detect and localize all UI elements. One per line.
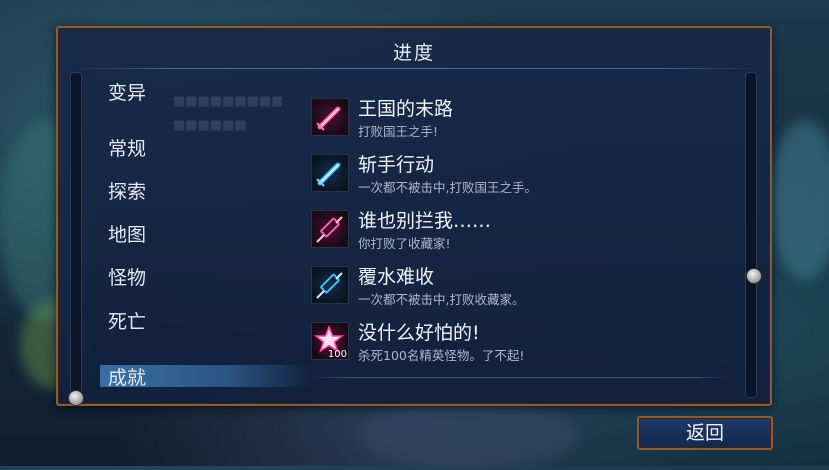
achievement-title: 覆水难收 <box>358 266 435 288</box>
achievement-description: 打败国王之手! <box>358 124 439 139</box>
category-monster[interactable]: 怪物 <box>108 263 146 290</box>
pink-sword-icon <box>311 98 349 136</box>
category-scroll-knob[interactable] <box>68 390 84 406</box>
pink-syringe-icon <box>311 210 349 248</box>
category-general[interactable]: 常规 <box>108 134 146 161</box>
achievement-scrollbar[interactable] <box>745 72 757 398</box>
background-text: ■■■■■■■■■ <box>173 94 284 109</box>
achievement-title: 没什么好怕的! <box>358 322 480 344</box>
achievement-item[interactable]: 谁也别拦我…… 你打败了收藏家! <box>311 206 731 254</box>
category-map[interactable]: 地图 <box>108 220 146 247</box>
achievement-item[interactable]: 覆水难收 一次都不被击中,打败收藏家。 <box>311 262 731 310</box>
list-divider <box>311 377 731 378</box>
progress-panel: 进度 ■■■■■■■■■ ■■■■■■ 变异 常规 探索 地图 怪物 死亡 成就… <box>56 26 772 406</box>
category-achievement[interactable]: 成就 <box>108 363 146 390</box>
achievement-scroll-knob[interactable] <box>746 268 762 284</box>
achievement-title: 谁也别拦我…… <box>358 210 492 232</box>
blue-syringe-icon <box>311 266 349 304</box>
category-explore[interactable]: 探索 <box>108 177 146 204</box>
achievement-item[interactable]: 100 没什么好怕的! 杀死100名精英怪物。了不起! <box>311 318 731 366</box>
achievement-description: 一次都不被击中,打败收藏家。 <box>358 292 525 307</box>
category-death[interactable]: 死亡 <box>108 307 146 334</box>
achievement-title: 斩手行动 <box>358 154 435 176</box>
background-blob <box>770 120 829 280</box>
panel-title: 进度 <box>392 42 435 64</box>
category-variant[interactable]: 变异 <box>108 78 146 105</box>
achievement-description: 你打败了收藏家! <box>358 236 451 251</box>
blue-sword-icon <box>311 154 349 192</box>
category-scrollbar[interactable] <box>70 72 82 394</box>
achievement-description: 杀死100名精英怪物。了不起! <box>358 348 525 363</box>
achievement-item[interactable]: 王国的末路 打败国王之手! <box>311 94 731 142</box>
achievement-badge: 100 <box>327 349 347 360</box>
pink-star-icon: 100 <box>311 322 349 360</box>
background-blob <box>360 400 580 470</box>
achievement-title: 王国的末路 <box>358 98 454 120</box>
background-text: ■■■■■■ <box>173 118 247 133</box>
achievement-description: 一次都不被击中,打败国王之手。 <box>358 180 537 195</box>
back-button[interactable]: 返回 <box>637 416 773 450</box>
title-divider <box>72 68 756 69</box>
achievement-item[interactable]: 斩手行动 一次都不被击中,打败国王之手。 <box>311 150 731 198</box>
